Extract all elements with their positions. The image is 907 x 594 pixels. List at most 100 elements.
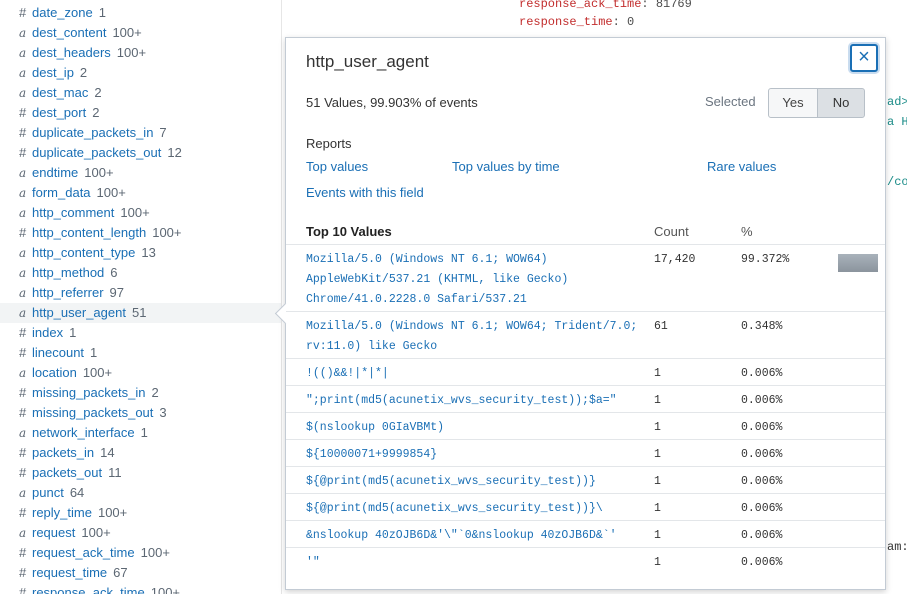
value-link[interactable]: ${10000071+9999854} [306,445,651,465]
table-row: ${10000071+9999854} 1 0.006% [286,439,885,467]
field-name[interactable]: index 1 [32,323,76,343]
sidebar-field-reply-time[interactable]: # reply_time 100+ [0,503,281,523]
field-name[interactable]: request_ack_time 100+ [32,543,170,563]
value-link[interactable]: '" [306,553,651,573]
value-link[interactable]: &nslookup 40zOJB6D&'\"`0&nslookup 40zOJB… [306,526,651,546]
value-count: 61 [654,320,668,333]
value-link[interactable]: $(nslookup 0GIaVBMt) [306,418,651,438]
field-name[interactable]: request_time 67 [32,563,128,583]
selected-label: Selected [705,94,756,109]
sidebar-field-packets-out[interactable]: # packets_out 11 [0,463,281,483]
event-line: response_time: 0 [519,13,634,31]
field-value-count: 100+ [152,225,182,240]
sidebar-field-network-interface[interactable]: a network_interface 1 [0,423,281,443]
value-link[interactable]: ${@print(md5(acunetix_wvs_security_test)… [306,472,651,492]
sidebar-field-http-method[interactable]: a http_method 6 [0,263,281,283]
field-name[interactable]: http_content_length 100+ [32,223,182,243]
event-field-value[interactable]: : 0 [613,15,635,29]
selected-yes-button[interactable]: Yes [768,88,818,118]
value-link[interactable]: Mozilla/5.0 (Windows NT 6.1; WOW64) Appl… [306,250,651,310]
field-value-count: 12 [167,145,182,160]
field-name[interactable]: reply_time 100+ [32,503,127,523]
sidebar-field-linecount[interactable]: # linecount 1 [0,343,281,363]
sidebar-field-request[interactable]: a request 100+ [0,523,281,543]
number-type-icon: # [19,325,27,340]
top-values-by-time-link[interactable]: Top values by time [452,159,560,174]
field-name[interactable]: date_zone 1 [32,3,106,23]
field-value-count: 100+ [82,365,113,380]
field-name[interactable]: dest_content 100+ [32,23,142,43]
sidebar-field-missing-packets-out[interactable]: # missing_packets_out 3 [0,403,281,423]
sidebar-field-punct[interactable]: a punct 64 [0,483,281,503]
field-name[interactable]: linecount 1 [32,343,97,363]
event-field-key[interactable]: response_ack_time [519,0,641,11]
sidebar-field-index[interactable]: # index 1 [0,323,281,343]
value-link[interactable]: ${@print(md5(acunetix_wvs_security_test)… [306,499,651,519]
field-name[interactable]: response_ack_time 100+ [32,583,180,594]
field-value-count: 100+ [81,525,111,540]
field-name[interactable]: http_method 6 [32,263,118,283]
field-name[interactable]: http_referrer 97 [32,283,124,303]
sidebar-field-http-comment[interactable]: a http_comment 100+ [0,203,281,223]
value-link[interactable]: ";print(md5(acunetix_wvs_security_test))… [306,391,651,411]
field-name[interactable]: request 100+ [32,523,111,543]
sidebar-field-duplicate-packets-out[interactable]: # duplicate_packets_out 12 [0,143,281,163]
field-value-count: 7 [159,125,167,140]
sidebar-field-date-zone[interactable]: # date_zone 1 [0,3,281,23]
count-column-header: Count [654,224,689,239]
sidebar-field-dest-port[interactable]: # dest_port 2 [0,103,281,123]
field-name[interactable]: packets_in 14 [32,443,115,463]
sidebar-field-http-content-length[interactable]: # http_content_length 100+ [0,223,281,243]
field-name[interactable]: location 100+ [32,363,112,383]
field-name[interactable]: duplicate_packets_out 12 [32,143,182,163]
field-value-count: 2 [94,85,102,100]
field-name[interactable]: endtime 100+ [32,163,114,183]
close-icon: × [858,46,870,68]
sidebar-field-request-ack-time[interactable]: # request_ack_time 100+ [0,543,281,563]
number-type-icon: # [19,385,27,400]
event-field-value[interactable]: : 81769 [641,0,691,11]
sidebar-field-location[interactable]: a location 100+ [0,363,281,383]
field-name[interactable]: dest_mac 2 [32,83,102,103]
sidebar-field-packets-in[interactable]: # packets_in 14 [0,443,281,463]
field-value-count: 100+ [150,585,181,594]
percent-bar [838,368,878,386]
sidebar-field-dest-content[interactable]: a dest_content 100+ [0,23,281,43]
events-with-field-link[interactable]: Events with this field [306,185,424,200]
close-button[interactable]: × [850,44,878,72]
field-name[interactable]: http_comment 100+ [32,203,150,223]
number-type-icon: # [19,405,27,420]
sidebar-field-response-ack-time[interactable]: # response_ack_time 100+ [0,583,281,594]
top-values-link[interactable]: Top values [306,159,368,174]
field-name[interactable]: punct 64 [32,483,84,503]
event-field-key[interactable]: response_time [519,15,613,29]
sidebar-field-request-time[interactable]: # request_time 67 [0,563,281,583]
field-name[interactable]: missing_packets_out 3 [32,403,167,423]
field-name[interactable]: missing_packets_in 2 [32,383,159,403]
sidebar-field-http-user-agent[interactable]: a http_user_agent 51 [0,303,281,323]
field-name[interactable]: http_content_type 13 [32,243,156,263]
field-name[interactable]: network_interface 1 [32,423,148,443]
value-link[interactable]: Mozilla/5.0 (Windows NT 6.1; WOW64; Trid… [306,317,651,357]
selected-no-button[interactable]: No [817,88,865,118]
field-value-count: 2 [79,65,88,80]
rare-values-link[interactable]: Rare values [707,159,776,174]
field-name[interactable]: http_user_agent 51 [32,303,146,323]
sidebar-field-dest-headers[interactable]: a dest_headers 100+ [0,43,281,63]
field-name[interactable]: packets_out 11 [32,463,122,483]
field-name[interactable]: dest_headers 100+ [32,43,146,63]
sidebar-field-dest-mac[interactable]: a dest_mac 2 [0,83,281,103]
value-link[interactable]: !(()&&!|*|*| [306,364,651,384]
field-name[interactable]: dest_port 2 [32,103,99,123]
sidebar-field-missing-packets-in[interactable]: # missing_packets_in 2 [0,383,281,403]
field-name[interactable]: dest_ip 2 [32,63,87,83]
field-name[interactable]: form_data 100+ [32,183,126,203]
sidebar-field-duplicate-packets-in[interactable]: # duplicate_packets_in 7 [0,123,281,143]
sidebar-field-form-data[interactable]: a form_data 100+ [0,183,281,203]
field-name[interactable]: duplicate_packets_in 7 [32,123,167,143]
sidebar-field-http-content-type[interactable]: a http_content_type 13 [0,243,281,263]
sidebar-field-dest-ip[interactable]: a dest_ip 2 [0,63,281,83]
sidebar-field-http-referrer[interactable]: a http_referrer 97 [0,283,281,303]
sidebar-field-endtime[interactable]: a endtime 100+ [0,163,281,183]
string-type-icon: a [19,526,27,540]
